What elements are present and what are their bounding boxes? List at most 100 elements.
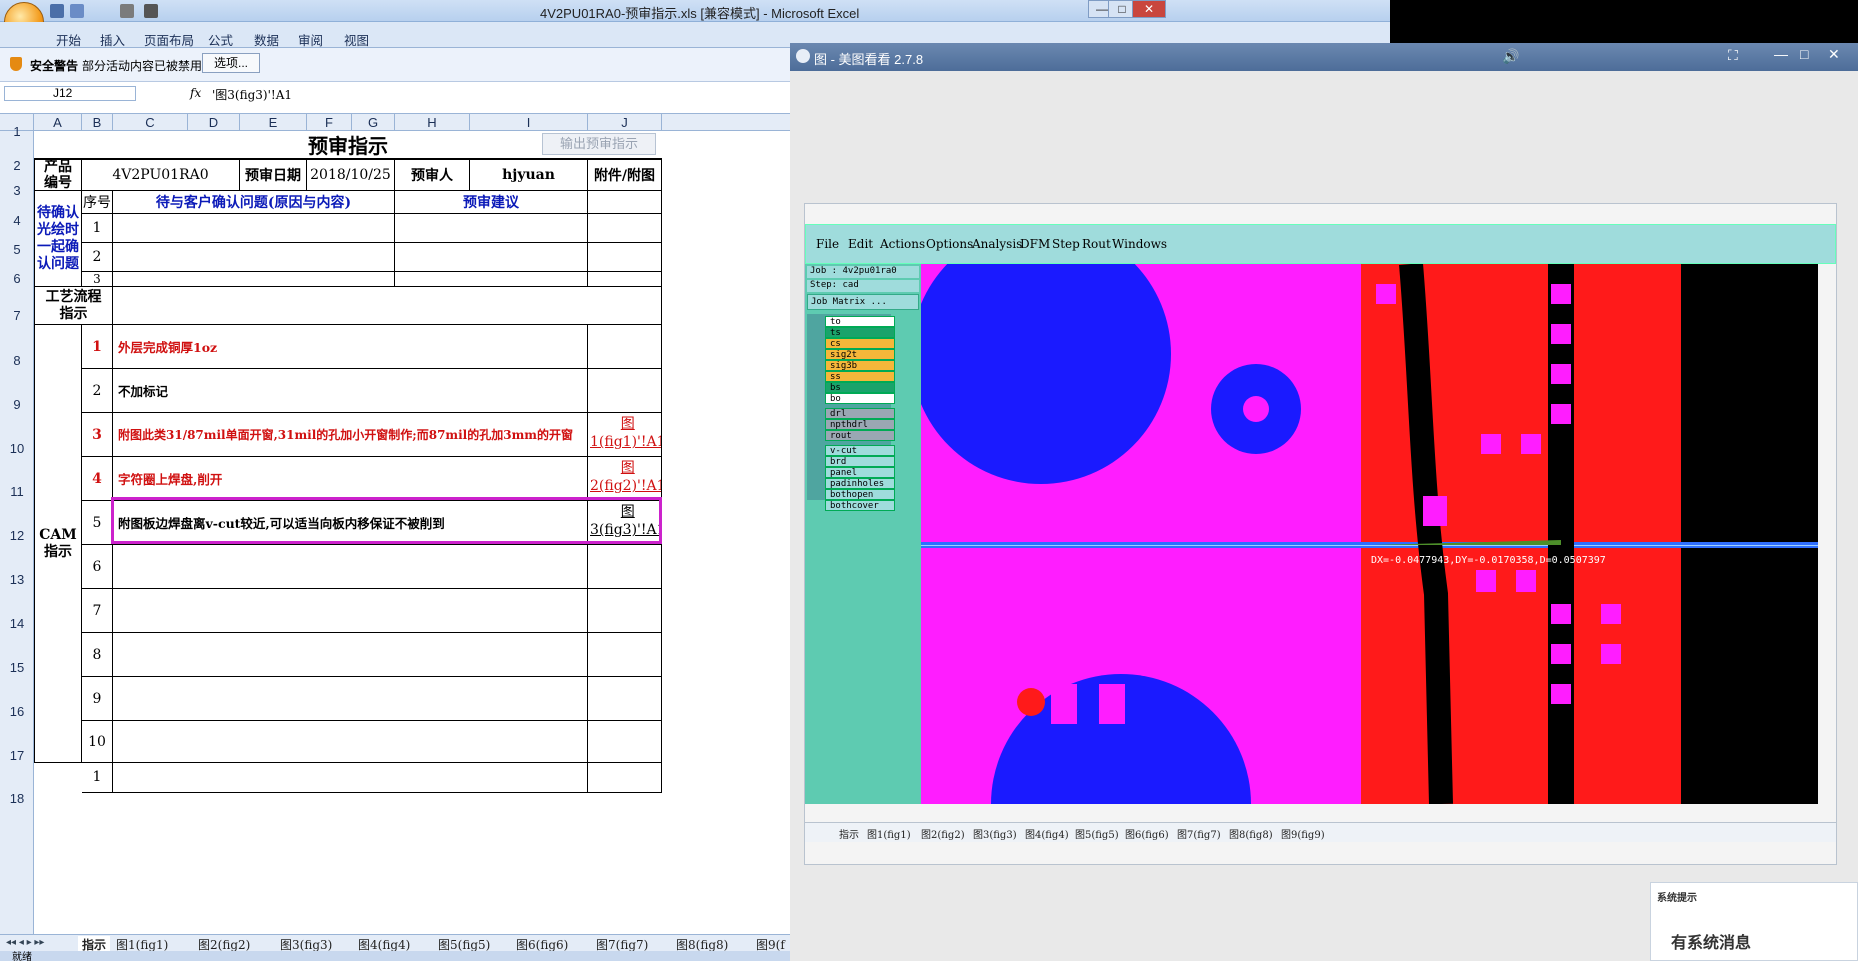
sheet-tab[interactable]: 指示 (839, 826, 859, 841)
fx-icon[interactable]: fx (190, 86, 201, 100)
attach-cell[interactable] (588, 721, 662, 763)
review-date[interactable]: 2018/10/25 (307, 159, 395, 191)
edit-icon[interactable] (120, 4, 134, 18)
sheet-tab[interactable]: 图2(fig2) (921, 826, 965, 841)
attach-cell[interactable] (588, 272, 662, 287)
column-header[interactable]: F (307, 114, 352, 131)
row-header[interactable]: 3 (0, 183, 34, 198)
row-header[interactable]: 6 (0, 271, 34, 286)
column-header[interactable]: D (188, 114, 240, 131)
close-button[interactable]: ✕ (1828, 46, 1840, 63)
pending-advice-cell[interactable] (395, 272, 588, 287)
options-button[interactable]: 选项... (202, 53, 260, 73)
close-button[interactable]: ✕ (1132, 0, 1166, 18)
export-button[interactable]: 输出预审指示 (542, 133, 656, 155)
attach-cell[interactable] (588, 191, 662, 214)
attach-cell[interactable] (588, 589, 662, 633)
layer-item[interactable]: ts (825, 327, 895, 338)
menu-file[interactable]: File (816, 237, 839, 251)
cam-text[interactable]: 字符圈上焊盘,削开 (113, 457, 588, 501)
pending-issue-cell[interactable] (113, 214, 395, 243)
row-header[interactable]: 2 (0, 158, 34, 173)
row-header[interactable]: 17 (0, 748, 34, 763)
sheet-tab[interactable]: 图9(fig9) (1281, 826, 1325, 841)
tab-formulas[interactable]: 公式 (208, 30, 233, 49)
attach-cell[interactable] (588, 633, 662, 677)
attach-link-selected[interactable]: 图3(fig3)'!A1 (588, 501, 662, 545)
row-header[interactable]: 10 (0, 441, 34, 456)
pending-advice-cell[interactable] (395, 243, 588, 272)
row-header[interactable]: 14 (0, 616, 34, 631)
undo-icon[interactable] (70, 4, 84, 18)
tab-scroll-arrows-icon[interactable]: ◂◂ ◂ ▸ ▸▸ (6, 937, 44, 948)
layer-item[interactable]: ss (825, 371, 895, 382)
row-header[interactable]: 4 (0, 213, 34, 228)
sheet-tab[interactable]: 图7(fig7) (1177, 826, 1221, 841)
menu-analysis[interactable]: Analysis (972, 237, 1022, 251)
attach-link[interactable]: 图1(fig1)'!A1 (588, 413, 662, 457)
column-header[interactable]: C (113, 114, 188, 131)
attach-cell[interactable] (588, 214, 662, 243)
tab-review[interactable]: 审阅 (298, 30, 323, 49)
tab-page-layout[interactable]: 页面布局 (144, 30, 194, 49)
row-header[interactable]: 13 (0, 572, 34, 587)
attach-cell[interactable] (588, 677, 662, 721)
cam-text[interactable] (113, 545, 588, 589)
column-header[interactable]: G (352, 114, 395, 131)
system-notification[interactable]: 系统提示 有系统消息 (1650, 882, 1858, 961)
tab-home[interactable]: 开始 (56, 30, 81, 49)
layer-item[interactable]: v-cut (825, 445, 895, 456)
sheet-tab[interactable]: 图6(fig6) (1125, 826, 1169, 841)
layer-item[interactable]: bo (825, 393, 895, 404)
menu-edit[interactable]: Edit (848, 237, 873, 251)
column-header[interactable]: E (240, 114, 307, 131)
job-matrix-button[interactable]: Job Matrix ... (807, 294, 919, 310)
column-header[interactable]: J (588, 114, 662, 131)
menu-step[interactable]: Step (1052, 237, 1080, 251)
layer-item[interactable]: cs (825, 338, 895, 349)
layer-item[interactable]: npthdrl (825, 419, 895, 430)
row-header[interactable]: 11 (0, 484, 34, 499)
layer-item[interactable]: to (825, 316, 895, 327)
layer-item[interactable]: drl (825, 408, 895, 419)
sheet-tab[interactable]: 图1(fig1) (867, 826, 911, 841)
attach-cell[interactable] (588, 243, 662, 272)
sheet-tab[interactable]: 图3(fig3) (973, 826, 1017, 841)
layer-item[interactable]: bothcover (825, 500, 895, 511)
menu-rout[interactable]: Rout (1082, 237, 1111, 251)
row-header[interactable]: 1 (0, 124, 34, 139)
row-header[interactable]: 16 (0, 704, 34, 719)
cam-text[interactable] (113, 589, 588, 633)
name-box[interactable]: J12 (4, 86, 136, 101)
product-code[interactable]: 4V2PU01RA0 (82, 159, 240, 191)
row-header[interactable]: 9 (0, 397, 34, 412)
minimize-button[interactable]: — (1774, 46, 1788, 62)
cam-text[interactable]: 不加标记 (113, 369, 588, 413)
cam-text[interactable] (113, 677, 588, 721)
maximize-button[interactable]: □ (1800, 46, 1808, 62)
column-header[interactable]: B (82, 114, 113, 131)
layer-item[interactable]: bothopen (825, 489, 895, 500)
row-header[interactable]: 8 (0, 353, 34, 368)
attach-cell[interactable] (588, 545, 662, 589)
row-header[interactable]: 5 (0, 242, 34, 257)
pcb-canvas[interactable]: DX=-0.0477943,DY=-0.0170358,D=0.0507397 (921, 264, 1818, 804)
column-header[interactable]: A (34, 114, 82, 131)
cam-text[interactable] (113, 763, 588, 793)
pending-issue-cell[interactable] (113, 243, 395, 272)
formula-input[interactable]: '图3(fig3)'!A1 (212, 86, 292, 103)
layer-item[interactable]: sig2t (825, 349, 895, 360)
column-header[interactable]: H (395, 114, 470, 131)
print-icon[interactable] (144, 4, 158, 18)
cam-text[interactable]: 附图此类31/87mil单面开窗,31mil的孔加小开窗制作;而87mil的孔加… (113, 413, 588, 457)
layer-item[interactable]: brd (825, 456, 895, 467)
layer-item[interactable]: panel (825, 467, 895, 478)
menu-actions[interactable]: Actions (880, 237, 925, 251)
layer-item[interactable]: rout (825, 430, 895, 441)
cam-text[interactable]: 外层完成铜厚1oz (113, 325, 588, 369)
pending-issue-cell[interactable] (113, 272, 395, 287)
layer-item[interactable]: bs (825, 382, 895, 393)
layer-item[interactable]: sig3b (825, 360, 895, 371)
tab-data[interactable]: 数据 (254, 30, 279, 49)
sheet-tab[interactable]: 图4(fig4) (1025, 826, 1069, 841)
